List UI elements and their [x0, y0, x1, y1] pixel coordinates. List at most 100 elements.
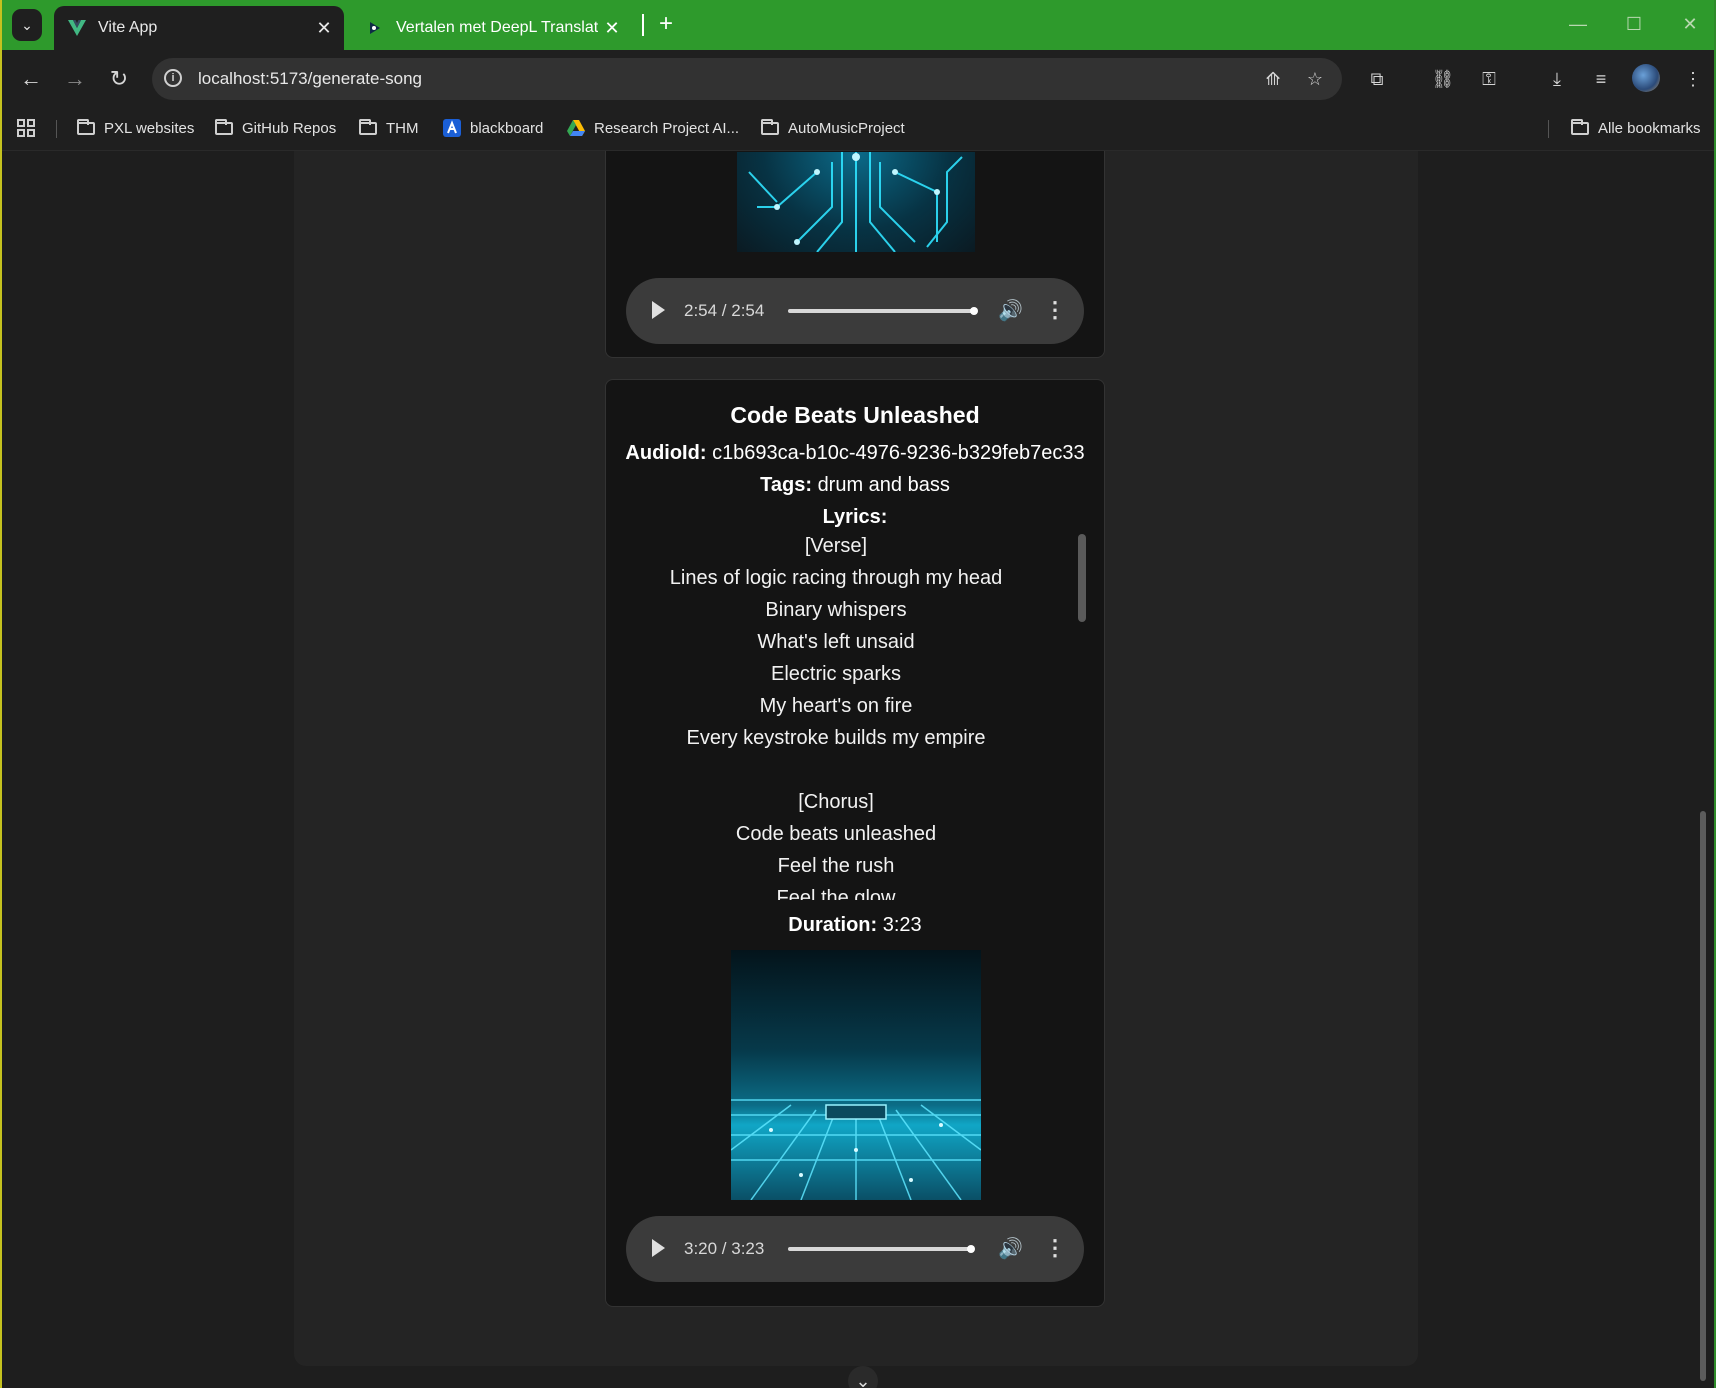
- deepl-icon: [364, 17, 386, 39]
- bookmarks-bar: PXL websites GitHub Repos THM blackboard…: [2, 106, 1714, 151]
- audio-progress-knob[interactable]: [970, 307, 978, 315]
- menu-kebab-icon[interactable]: ⋮: [1678, 64, 1708, 94]
- forward-icon[interactable]: →: [60, 64, 90, 94]
- lyric-line: My heart's on fire: [759, 695, 913, 717]
- tags-label: Tags:: [760, 474, 812, 496]
- star-icon[interactable]: ☆: [1302, 66, 1328, 92]
- folder-icon: [76, 118, 96, 136]
- audio-id-line: AudioId: c1b693ca-b10c-4976-9236-b329feb…: [606, 442, 1104, 465]
- new-tab-icon[interactable]: +: [652, 10, 680, 38]
- more-options-icon[interactable]: ⋮: [1044, 297, 1066, 323]
- minimize-icon[interactable]: —: [1558, 10, 1598, 38]
- play-icon[interactable]: [652, 1239, 665, 1257]
- reload-icon[interactable]: ↻: [104, 64, 134, 94]
- tab-vite-app[interactable]: Vite App ✕: [54, 6, 344, 50]
- lyric-line: Feel the rush: [777, 855, 895, 877]
- audio-time: 2:54 / 2:54: [684, 301, 765, 320]
- duration-line: Duration: 3:23: [606, 914, 1104, 937]
- folder-icon: [214, 118, 234, 136]
- audio-player[interactable]: 2:54 / 2:54 🔊 ⋮: [626, 278, 1084, 344]
- lyric-line: Code beats unleashed: [735, 823, 937, 845]
- play-icon[interactable]: [652, 301, 665, 319]
- tab-divider: [642, 14, 644, 36]
- tags-value: drum and bass: [817, 474, 950, 496]
- translate-icon[interactable]: ⟰: [1260, 66, 1286, 92]
- lyrics-scroll-area[interactable]: [Verse] Lines of logic racing through my…: [626, 530, 1076, 900]
- bookmark-label: PXL websites: [104, 119, 195, 137]
- bookmark-label: Research Project AI...: [594, 119, 740, 137]
- song-cover-image: [737, 152, 975, 252]
- tab-deepl[interactable]: Vertalen met DeepL Translate - ✕: [352, 6, 632, 50]
- address-bar[interactable]: i localhost:5173/generate-song ⟰ ☆: [152, 58, 1342, 100]
- lyrics-heading: Lyrics:: [822, 506, 888, 528]
- duration-label: Duration:: [788, 914, 878, 936]
- bookmark-label: blackboard: [470, 119, 544, 137]
- lyric-line: What's left unsaid: [757, 631, 915, 653]
- close-tab-icon[interactable]: ✕: [598, 18, 626, 39]
- maximize-icon[interactable]: ☐: [1614, 10, 1654, 38]
- vite-icon: [66, 17, 88, 39]
- bookmark-label: THM: [386, 119, 419, 137]
- bookmark-thm[interactable]: THM: [358, 116, 419, 140]
- blackboard-icon: [442, 119, 462, 137]
- bookmark-research-project[interactable]: Research Project AI...: [566, 116, 739, 140]
- bookmark-pxl-websites[interactable]: PXL websites: [76, 116, 194, 140]
- lyric-line: [Chorus]: [798, 791, 874, 813]
- url-text[interactable]: localhost:5173/generate-song: [198, 69, 422, 89]
- audio-player[interactable]: 3:20 / 3:23 🔊 ⋮: [626, 1216, 1084, 1282]
- audio-progress-bar[interactable]: [788, 1247, 974, 1251]
- lyric-line: Electric sparks: [770, 663, 902, 685]
- tags-line: Tags: drum and bass: [606, 474, 1104, 497]
- audio-time: 3:20 / 3:23: [684, 1239, 765, 1258]
- bookmark-label: Alle bookmarks: [1598, 119, 1701, 137]
- apps-grid-icon[interactable]: [16, 116, 36, 140]
- lyric-line: Lines of logic racing through my head: [669, 567, 1003, 589]
- bookmark-all-bookmarks[interactable]: Alle bookmarks: [1570, 116, 1701, 140]
- page-scrollbar[interactable]: [1700, 811, 1706, 1381]
- folder-icon: [760, 118, 780, 136]
- audio-progress-bar[interactable]: [788, 309, 974, 313]
- lyric-line: [626, 754, 1046, 786]
- bookmark-blackboard[interactable]: blackboard: [442, 116, 543, 140]
- bookmarks-divider: [56, 120, 57, 138]
- audio-progress-knob[interactable]: [967, 1245, 976, 1253]
- tab-title: Vertalen met DeepL Translate -: [396, 19, 598, 36]
- link-icon[interactable]: ⛓: [1428, 64, 1458, 94]
- scroll-down-icon[interactable]: ⌄: [848, 1366, 878, 1388]
- download-icon[interactable]: ⤓: [1542, 64, 1572, 94]
- volume-icon[interactable]: 🔊: [998, 1236, 1023, 1261]
- browser-toolbar: ← → ↻ i localhost:5173/generate-song ⟰ ☆…: [2, 50, 1714, 106]
- volume-icon[interactable]: 🔊: [998, 298, 1023, 323]
- duration-value: 3:23: [882, 914, 922, 936]
- tab-title: Vite App: [98, 19, 158, 36]
- bookmark-github-repos[interactable]: GitHub Repos: [214, 116, 336, 140]
- more-options-icon[interactable]: ⋮: [1044, 1235, 1066, 1261]
- audio-id-label: AudioId:: [625, 442, 707, 464]
- folder-icon: [1570, 118, 1590, 136]
- browser-window: ⌄ Vite App ✕ Vertalen met DeepL Translat…: [0, 0, 1716, 1388]
- folder-icon: [358, 118, 378, 136]
- lyric-line: [Verse]: [804, 535, 868, 557]
- password-key-icon[interactable]: ⚿: [1474, 64, 1504, 94]
- lyric-line: Every keystroke builds my empire: [686, 727, 986, 749]
- bookmark-automusicproject[interactable]: AutoMusicProject: [760, 116, 905, 140]
- back-icon[interactable]: ←: [16, 64, 46, 94]
- bookmark-label: GitHub Repos: [242, 119, 337, 137]
- close-window-icon[interactable]: ✕: [1670, 10, 1710, 38]
- song-card: 2:54 / 2:54 🔊 ⋮: [605, 151, 1105, 358]
- drive-icon: [566, 120, 586, 136]
- tab-search-button[interactable]: ⌄: [12, 9, 42, 41]
- extensions-icon[interactable]: ⧉: [1362, 64, 1392, 94]
- song-title: Code Beats Unleashed: [730, 402, 980, 428]
- audio-id-value: c1b693ca-b10c-4976-9236-b329feb7ec33: [712, 442, 1085, 464]
- bookmark-label: AutoMusicProject: [788, 119, 905, 137]
- lyric-line: Feel the glow: [776, 887, 896, 900]
- song-cover-image: [731, 950, 981, 1200]
- media-control-icon[interactable]: ≡: [1586, 64, 1616, 94]
- profile-avatar[interactable]: [1632, 64, 1660, 92]
- lyrics-scrollbar[interactable]: [1078, 534, 1086, 622]
- site-info-icon[interactable]: i: [164, 69, 182, 87]
- tab-strip: ⌄ Vite App ✕ Vertalen met DeepL Translat…: [2, 0, 1714, 50]
- close-tab-icon[interactable]: ✕: [310, 18, 338, 39]
- song-card: Code Beats Unleashed AudioId: c1b693ca-b…: [605, 379, 1105, 1307]
